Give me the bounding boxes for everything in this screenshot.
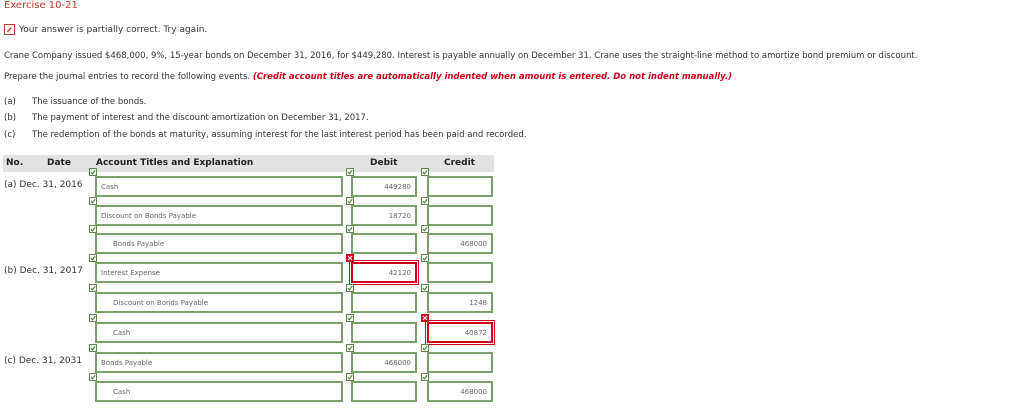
- check-icon: [346, 225, 354, 233]
- debit-amount-field[interactable]: 18720: [351, 205, 417, 226]
- credit-amount-field[interactable]: 468000: [427, 381, 493, 402]
- header-date: Date: [47, 158, 71, 168]
- check-icon: [421, 254, 429, 262]
- check-icon: [89, 168, 97, 176]
- instructions: Prepare the journal entries to record th…: [4, 72, 732, 82]
- exercise-title: Exercise 10-21: [4, 0, 78, 11]
- requirement-text: The redemption of the bonds at maturity,…: [32, 130, 527, 140]
- check-icon: [346, 344, 354, 352]
- header-account: Account Titles and Explanation: [96, 158, 254, 168]
- check-icon: [346, 373, 354, 381]
- check-icon: [89, 344, 97, 352]
- account-title-field[interactable]: Discount on Bonds Payable: [95, 205, 343, 226]
- check-icon: [421, 373, 429, 381]
- debit-amount-field[interactable]: 468000: [351, 352, 417, 373]
- check-icon: [421, 284, 429, 292]
- check-icon: [421, 197, 429, 205]
- banner-text: Your answer is partially correct. Try ag…: [19, 24, 208, 35]
- header-credit: Credit: [444, 158, 475, 168]
- check-icon: [89, 254, 97, 262]
- check-icon: [89, 284, 97, 292]
- check-icon: [346, 197, 354, 205]
- check-icon: [346, 314, 354, 322]
- debit-amount-field[interactable]: 42120: [349, 260, 419, 285]
- credit-amount-field[interactable]: [427, 262, 493, 283]
- check-icon: [421, 225, 429, 233]
- x-icon: [346, 254, 354, 262]
- requirement-letter: (c): [4, 130, 16, 140]
- requirement-text: The payment of interest and the discount…: [32, 113, 369, 123]
- debit-amount-field[interactable]: [351, 381, 417, 402]
- entry-date-label: (b) Dec. 31, 2017: [4, 266, 83, 276]
- entry-date-label: (a) Dec. 31, 2016: [4, 180, 83, 190]
- header-debit: Debit: [370, 158, 398, 168]
- credit-amount-field[interactable]: [427, 205, 493, 226]
- account-title-field[interactable]: Discount on Bonds Payable: [95, 292, 343, 313]
- account-title-field[interactable]: Cash: [95, 176, 343, 197]
- account-title-field[interactable]: Cash: [95, 381, 343, 402]
- credit-amount-field[interactable]: [427, 352, 493, 373]
- problem-text: Crane Company issued $468,000, 9%, 15-ye…: [4, 51, 918, 61]
- check-icon: [89, 314, 97, 322]
- x-icon: [421, 314, 429, 322]
- debit-amount-field[interactable]: [351, 233, 417, 254]
- entry-date-label: (c) Dec. 31, 2031: [4, 356, 83, 366]
- account-title-field[interactable]: Bonds Payable: [95, 352, 343, 373]
- check-icon: [421, 344, 429, 352]
- check-icon: [421, 168, 429, 176]
- credit-amount-field[interactable]: 1248: [427, 292, 493, 313]
- requirement-letter: (a): [4, 97, 16, 107]
- check-icon: [89, 197, 97, 205]
- check-icon: [346, 284, 354, 292]
- header-no: No.: [6, 158, 24, 168]
- debit-amount-field[interactable]: [351, 292, 417, 313]
- debit-amount-field[interactable]: [351, 322, 417, 343]
- pencil-icon: [4, 24, 15, 35]
- check-icon: [346, 168, 354, 176]
- account-title-field[interactable]: Bonds Payable: [95, 233, 343, 254]
- requirement-letter: (b): [4, 113, 17, 123]
- check-icon: [89, 225, 97, 233]
- requirement-text: The issuance of the bonds.: [32, 97, 147, 107]
- credit-amount-field[interactable]: 468000: [427, 233, 493, 254]
- credit-amount-field[interactable]: 40872: [425, 320, 495, 345]
- debit-amount-field[interactable]: 449280: [351, 176, 417, 197]
- credit-amount-field[interactable]: [427, 176, 493, 197]
- account-title-field[interactable]: Interest Expense: [95, 262, 343, 283]
- check-icon: [89, 373, 97, 381]
- result-banner: Your answer is partially correct. Try ag…: [4, 24, 207, 35]
- account-title-field[interactable]: Cash: [95, 322, 343, 343]
- instructions-prefix: Prepare the journal entries to record th…: [4, 72, 253, 82]
- instructions-emphasis: (Credit account titles are automatically…: [252, 72, 733, 82]
